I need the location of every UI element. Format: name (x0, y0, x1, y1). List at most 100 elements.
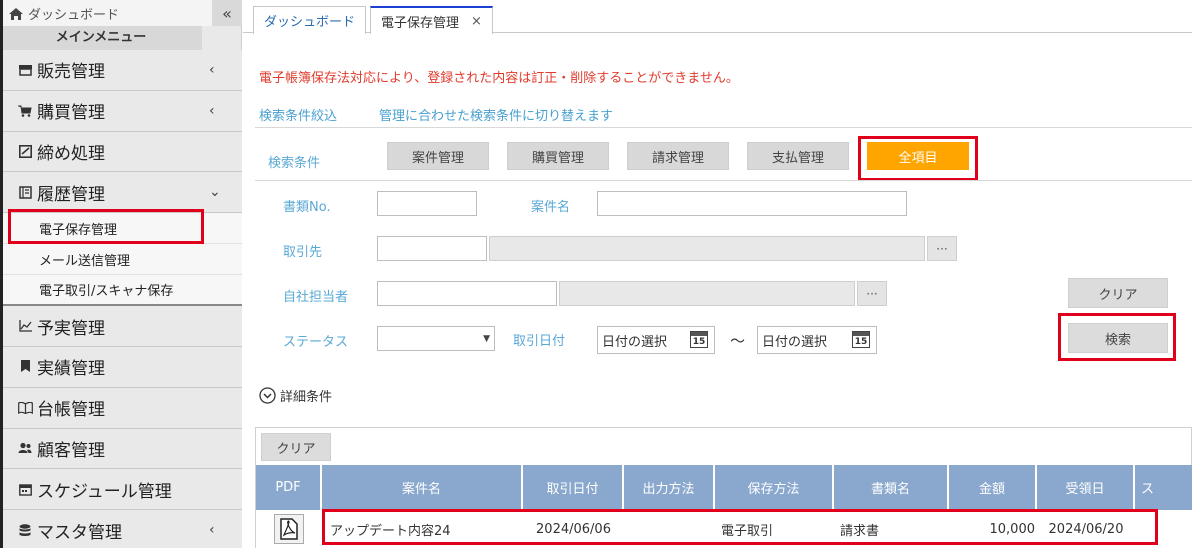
cell-doc-name: 請求書 (840, 523, 880, 539)
collapse-sidebar-button[interactable]: « (212, 0, 242, 26)
cart-icon (17, 103, 33, 119)
col-status[interactable]: ス (1135, 465, 1192, 510)
date-from-input[interactable]: 日付の選択 15 (597, 326, 715, 354)
sidebar-item-master[interactable]: マスタ管理 ‹ (3, 510, 242, 548)
table-clear-button[interactable]: クリア (261, 433, 331, 461)
sidebar-item-history[interactable]: 履歴管理 ⌄ (3, 172, 242, 214)
sidebar-item-label: スケジュール管理 (37, 481, 172, 502)
store-icon (17, 62, 33, 78)
pdf-icon[interactable] (274, 514, 304, 544)
switch-condition-link[interactable]: 管理に合わせた検索条件に切り替えます (379, 105, 613, 124)
sidebar-item-sales[interactable]: 販売管理 ‹ (3, 50, 242, 91)
sidebar-top-bar: ダッシュボード « (0, 0, 242, 26)
staff-lookup-button[interactable]: ··· (857, 281, 887, 306)
sidebar-item-label: 販売管理 (37, 62, 105, 83)
status-label: ステータス (283, 335, 349, 350)
category-purchasing-button[interactable]: 購買管理 (507, 142, 609, 170)
sidebar-item-schedule[interactable]: スケジュール管理 (3, 469, 242, 511)
date-range-separator: 〜 (730, 332, 746, 350)
cell-received: 2024/06/20 (1048, 521, 1124, 537)
col-received[interactable]: 受領日 (1037, 465, 1135, 510)
detail-toggle-label: 詳細条件 (280, 390, 333, 405)
dashboard-link[interactable]: ダッシュボード (8, 4, 119, 23)
book-icon (17, 184, 33, 200)
date-from-placeholder: 日付の選択 (602, 334, 668, 350)
pdf-cell (256, 510, 322, 548)
database-icon (17, 522, 33, 538)
filter-row: 検索条件絞込 管理に合わせた検索条件に切り替えます (259, 105, 613, 124)
sidebar-item-label: 購買管理 (37, 103, 105, 124)
dashboard-label: ダッシュボード (28, 8, 120, 23)
detail-toggle[interactable]: 詳細条件 (259, 386, 332, 405)
tab-electronic-storage[interactable]: 電子保存管理 × (370, 6, 493, 34)
project-name-label: 案件名 (531, 200, 571, 215)
sidebar-item-purchasing[interactable]: 購買管理 ‹ (3, 90, 242, 132)
doc-no-input[interactable] (377, 191, 477, 216)
category-all-button[interactable]: 全項目 (867, 142, 969, 170)
category-payment-button[interactable]: 支払管理 (747, 142, 849, 170)
partner-lookup-button[interactable]: ··· (927, 236, 957, 261)
calendar-icon[interactable]: 15 (852, 331, 870, 348)
sidebar-item-ledger[interactable]: 台帳管理 (3, 387, 242, 429)
sidebar-subitem-e-transaction-scan[interactable]: 電子取引/スキャナ保存 (3, 275, 242, 307)
home-icon (9, 7, 23, 20)
sidebar-item-label: 履歴管理 (37, 184, 105, 205)
sidebar-item-customers[interactable]: 顧客管理 (3, 428, 242, 470)
tab-dashboard[interactable]: ダッシュボード (253, 6, 367, 34)
table-header: PDF 案件名 取引日付 出力方法 保存方法 書類名 金額 受領日 ス (256, 465, 1192, 510)
col-trade-date[interactable]: 取引日付 (523, 465, 624, 510)
staff-label: 自社担当者 (283, 290, 349, 305)
calendar-icon[interactable]: 15 (690, 331, 708, 348)
check-square-icon (17, 143, 33, 159)
col-storage[interactable]: 保存方法 (715, 465, 834, 510)
sidebar-subitem-mail-sending[interactable]: メール送信管理 (3, 244, 242, 276)
partner-code-input[interactable] (377, 236, 487, 261)
clear-button[interactable]: クリア (1068, 278, 1168, 308)
sidebar-item-label: 顧客管理 (37, 440, 105, 461)
col-project[interactable]: 案件名 (322, 465, 523, 510)
sidebar-item-label: 予実管理 (37, 318, 105, 339)
col-pdf[interactable]: PDF (256, 465, 322, 510)
cell-project: アップデート内容24 (330, 523, 451, 539)
close-tab-icon[interactable]: × (471, 14, 482, 29)
filter-label: 検索条件絞込 (259, 109, 338, 124)
sidebar-item-label: 締め処理 (37, 143, 105, 164)
users-icon (17, 440, 33, 456)
search-condition-label: 検索条件 (268, 156, 321, 171)
tab-label: 電子保存管理 (381, 15, 460, 31)
cell-amount: 10,000 (989, 521, 1036, 537)
app-root: { "sidebar": { "home_label": "ダッシュボード", … (0, 0, 1192, 548)
chevron-left-icon: ‹ (209, 102, 215, 119)
col-output[interactable]: 出力方法 (624, 465, 715, 510)
sidebar-menu: 販売管理 ‹ 購買管理 ‹ 締め処理 履歴管理 ⌄ 電子保存管理 メール送信管理… (3, 50, 242, 548)
chart-line-icon (17, 318, 33, 334)
col-amount[interactable]: 金額 (949, 465, 1037, 510)
cell-output (624, 510, 715, 548)
sidebar-item-label: マスタ管理 (37, 522, 122, 543)
date-to-input[interactable]: 日付の選択 15 (757, 326, 877, 354)
chevron-left-icon: ‹ (209, 61, 215, 78)
partner-name-input (489, 236, 925, 261)
open-book-icon (17, 400, 33, 416)
category-billing-button[interactable]: 請求管理 (627, 142, 729, 170)
partner-label: 取引先 (283, 245, 323, 260)
staff-name-input (559, 281, 855, 306)
dropdown-arrow-icon: ▼ (483, 333, 490, 344)
staff-code-input[interactable] (377, 281, 557, 306)
table-row[interactable]: アップデート内容24 2024/06/06 電子取引 請求書 10,000 20… (256, 510, 1192, 548)
project-name-input[interactable] (597, 191, 907, 216)
search-button[interactable]: 検索 (1068, 323, 1168, 353)
sidebar-item-label: 実績管理 (37, 359, 105, 380)
col-doc-name[interactable]: 書類名 (834, 465, 949, 510)
sidebar-item-results[interactable]: 実績管理 (3, 346, 242, 388)
category-project-button[interactable]: 案件管理 (387, 142, 489, 170)
status-select[interactable]: ▼ (377, 326, 495, 351)
sidebar: ダッシュボード « メインメニュー 販売管理 ‹ 購買管理 ‹ 締め処理 履歴管… (0, 0, 242, 548)
sidebar-item-label: 台帳管理 (37, 400, 105, 421)
sidebar-item-closing[interactable]: 締め処理 (3, 131, 242, 173)
chevron-circle-down-icon (259, 387, 276, 404)
sidebar-item-budget-actual[interactable]: 予実管理 (3, 306, 242, 347)
sidebar-subitem-electronic-storage[interactable]: 電子保存管理 (3, 213, 242, 245)
cell-trade-date: 2024/06/06 (536, 521, 611, 537)
chevron-down-icon: ⌄ (209, 184, 221, 201)
